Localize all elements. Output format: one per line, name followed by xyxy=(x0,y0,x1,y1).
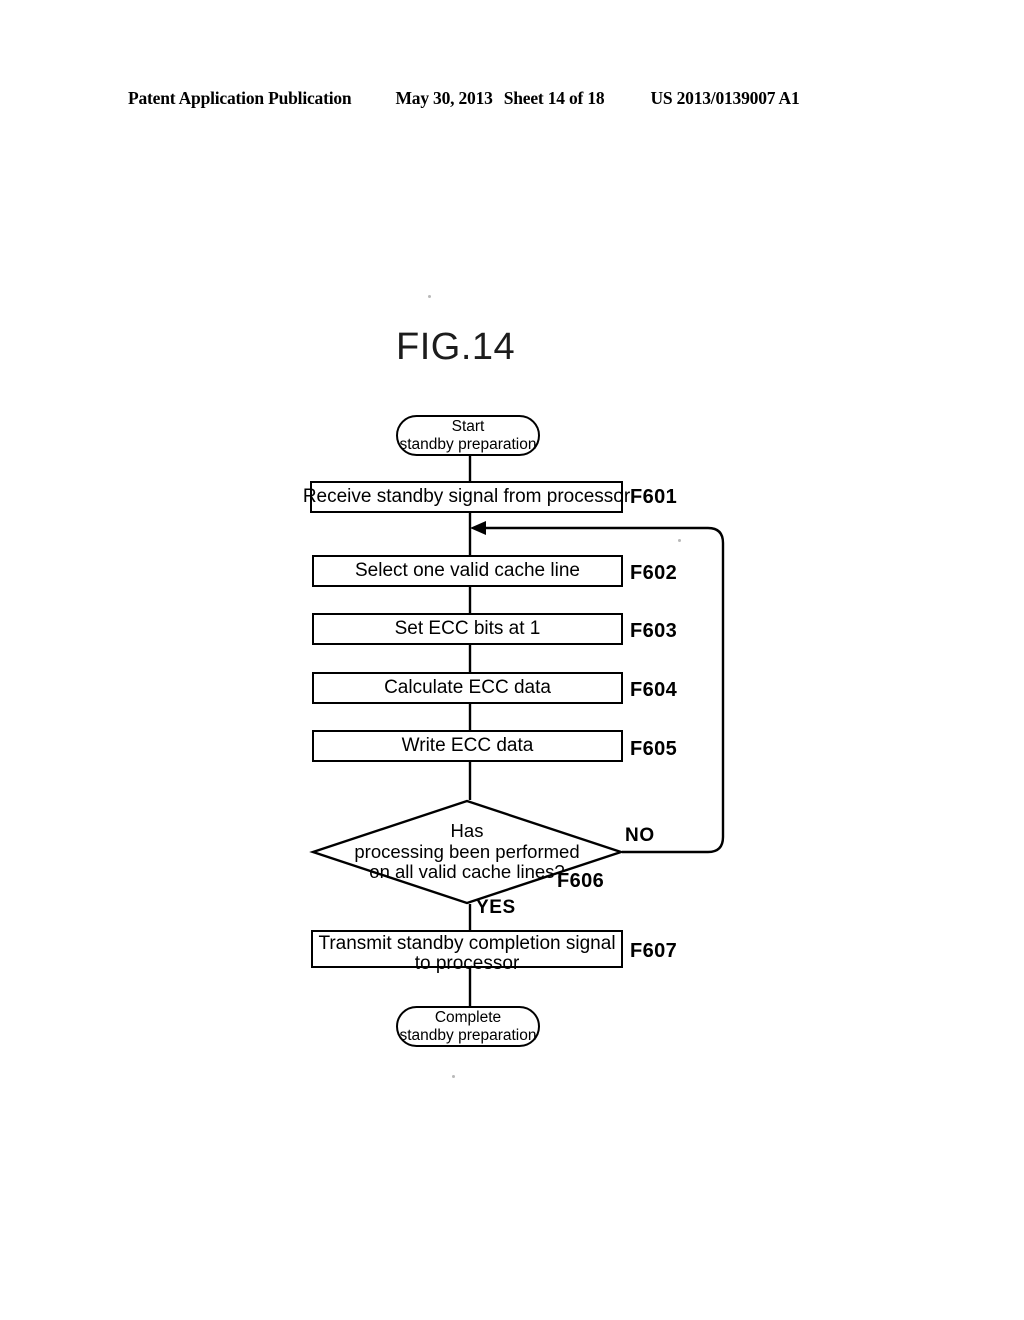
process-box-f604-text: Calculate ECC data xyxy=(384,677,551,699)
process-box-f607-line1: Transmit standby completion signal xyxy=(318,933,616,954)
scan-artifact xyxy=(452,1075,455,1078)
step-label-f601: F601 xyxy=(630,486,678,508)
terminator-complete-line2: standby preparation xyxy=(399,1026,537,1044)
process-box-f602-text: Select one valid cache line xyxy=(355,560,580,582)
step-label-f607: F607 xyxy=(630,940,678,962)
terminator-complete-line1: Complete xyxy=(434,1009,502,1027)
process-box-f601-text: Receive standby signal from processor xyxy=(302,486,631,508)
process-box-f605: Write ECC data xyxy=(312,730,623,762)
process-box-f605-text: Write ECC data xyxy=(401,735,534,757)
branch-label-yes: YES xyxy=(476,897,516,918)
process-box-f607-line2: to processor xyxy=(414,953,520,974)
flowchart-diagram: Start standby preparation Receive standb… xyxy=(280,400,800,1060)
feedback-arrowhead xyxy=(470,521,486,535)
process-box-f603-text: Set ECC bits at 1 xyxy=(394,618,541,640)
terminator-start-line2: standby preparation xyxy=(399,435,537,453)
step-label-f605: F605 xyxy=(630,738,678,760)
process-box-f602: Select one valid cache line xyxy=(312,555,623,587)
step-label-f606: F606 xyxy=(557,870,605,892)
figure-title: FIG.14 xyxy=(396,326,516,368)
patent-page-header: Patent Application Publication May 30, 2… xyxy=(128,86,896,110)
process-box-f604: Calculate ECC data xyxy=(312,672,623,704)
process-box-f601: Receive standby signal from processor xyxy=(303,481,630,513)
publication-date: May 30, 2013 xyxy=(395,87,493,108)
terminator-start-line1: Start xyxy=(451,418,485,436)
publication-label: Patent Application Publication xyxy=(128,87,352,108)
branch-label-no: NO xyxy=(625,825,655,846)
scan-artifact xyxy=(428,295,431,298)
step-label-f603: F603 xyxy=(630,620,678,642)
step-label-f604: F604 xyxy=(630,679,678,701)
process-box-f607: Transmit standby completion signal to pr… xyxy=(311,930,623,973)
process-box-f603: Set ECC bits at 1 xyxy=(312,613,623,645)
terminator-start: Start standby preparation xyxy=(396,415,540,456)
step-label-f602: F602 xyxy=(630,562,678,584)
patent-number: US 2013/0139007 A1 xyxy=(650,87,800,108)
terminator-complete: Complete standby preparation xyxy=(396,1006,540,1047)
sheet-number: Sheet 14 of 18 xyxy=(503,87,605,108)
